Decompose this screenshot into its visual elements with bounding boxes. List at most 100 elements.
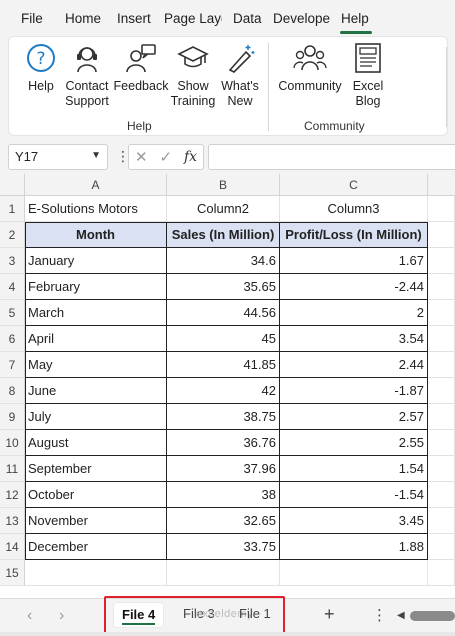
row-header[interactable]: 15 <box>0 560 25 586</box>
profit-cell[interactable]: 2.55 <box>280 430 428 456</box>
column2-cell[interactable]: Column2 <box>167 196 280 222</box>
month-cell[interactable]: June <box>25 378 167 404</box>
month-cell[interactable]: August <box>25 430 167 456</box>
insert-function-icon[interactable]: fx <box>184 149 197 165</box>
month-cell[interactable]: July <box>25 404 167 430</box>
chevron-right-icon[interactable]: › <box>59 607 64 625</box>
table-header-cell[interactable]: Profit/Loss (In Million) <box>280 222 428 248</box>
menu-developer[interactable]: Develope <box>273 11 330 26</box>
row-header[interactable]: 3 <box>0 248 25 274</box>
row-header[interactable]: 9 <box>0 404 25 430</box>
row-header[interactable]: 5 <box>0 300 25 326</box>
show-training-button[interactable]: Show Training <box>169 41 217 109</box>
menu-help[interactable]: Help <box>341 11 369 26</box>
menu-file[interactable]: File <box>21 11 43 26</box>
formula-input[interactable] <box>208 144 455 170</box>
contact-support-button[interactable]: Contact Support <box>63 41 111 109</box>
sales-cell[interactable]: 33.75 <box>167 534 280 560</box>
month-cell[interactable]: October <box>25 482 167 508</box>
profit-cell[interactable]: -1.54 <box>280 482 428 508</box>
grid-cell[interactable] <box>428 482 455 508</box>
table-header-cell[interactable]: Month <box>25 222 167 248</box>
sales-cell[interactable]: 32.65 <box>167 508 280 534</box>
profit-cell[interactable]: 1.67 <box>280 248 428 274</box>
title-cell[interactable]: E-Solutions Motors <box>25 196 167 222</box>
menu-page-layout[interactable]: Page Layo <box>164 11 222 26</box>
grid-cell[interactable] <box>428 456 455 482</box>
month-cell[interactable]: April <box>25 326 167 352</box>
menu-home[interactable]: Home <box>65 11 101 26</box>
row-header[interactable]: 8 <box>0 378 25 404</box>
row-header[interactable]: 7 <box>0 352 25 378</box>
select-all-corner[interactable] <box>0 174 25 196</box>
grid-cell[interactable] <box>428 430 455 456</box>
whats-new-button[interactable]: What's New <box>219 41 261 109</box>
name-box[interactable]: Y17 ▼ <box>8 144 108 170</box>
row-header[interactable]: 4 <box>0 274 25 300</box>
grid-cell[interactable] <box>428 222 455 248</box>
table-header-cell[interactable]: Sales (In Million) <box>167 222 280 248</box>
column-header-c[interactable]: C <box>280 174 428 196</box>
grid-cell[interactable] <box>428 326 455 352</box>
sales-cell[interactable]: 34.6 <box>167 248 280 274</box>
menu-insert[interactable]: Insert <box>117 11 151 26</box>
grid-cell[interactable] <box>25 560 167 586</box>
sheet-options-icon[interactable]: ⋮ <box>372 606 387 624</box>
profit-cell[interactable]: 1.88 <box>280 534 428 560</box>
grid-cell[interactable] <box>428 560 455 586</box>
profit-cell[interactable]: 2 <box>280 300 428 326</box>
grid-cell[interactable] <box>428 534 455 560</box>
profit-cell[interactable]: 1.54 <box>280 456 428 482</box>
grid-cell[interactable] <box>280 560 428 586</box>
sales-cell[interactable]: 37.96 <box>167 456 280 482</box>
help-button[interactable]: ? Help <box>21 41 61 94</box>
month-cell[interactable]: May <box>25 352 167 378</box>
profit-cell[interactable]: -2.44 <box>280 274 428 300</box>
enter-check-icon[interactable]: ✓ <box>159 148 172 166</box>
row-header[interactable]: 14 <box>0 534 25 560</box>
sales-cell[interactable]: 38 <box>167 482 280 508</box>
month-cell[interactable]: February <box>25 274 167 300</box>
grid-cell[interactable] <box>428 508 455 534</box>
column-header-d[interactable] <box>428 174 455 196</box>
grid-cell[interactable] <box>428 352 455 378</box>
feedback-button[interactable]: Feedback <box>113 41 169 94</box>
column-header-b[interactable]: B <box>167 174 280 196</box>
horizontal-scrollbar[interactable] <box>410 611 455 621</box>
scroll-left-icon[interactable]: ◀ <box>397 610 405 621</box>
sales-cell[interactable]: 41.85 <box>167 352 280 378</box>
profit-cell[interactable]: -1.87 <box>280 378 428 404</box>
grid-cell[interactable] <box>428 378 455 404</box>
sales-cell[interactable]: 42 <box>167 378 280 404</box>
grid-cell[interactable] <box>428 300 455 326</box>
excel-blog-button[interactable]: Excel Blog <box>349 41 387 109</box>
grid-cell[interactable] <box>428 248 455 274</box>
menu-data[interactable]: Data <box>233 11 262 26</box>
row-header[interactable]: 2 <box>0 222 25 248</box>
row-header[interactable]: 6 <box>0 326 25 352</box>
profit-cell[interactable]: 3.54 <box>280 326 428 352</box>
grid-cell[interactable] <box>428 404 455 430</box>
row-header[interactable]: 1 <box>0 196 25 222</box>
month-cell[interactable]: March <box>25 300 167 326</box>
profit-cell[interactable]: 2.57 <box>280 404 428 430</box>
sales-cell[interactable]: 36.76 <box>167 430 280 456</box>
cancel-icon[interactable]: ✕ <box>135 148 148 166</box>
sales-cell[interactable]: 35.65 <box>167 274 280 300</box>
grid-cell[interactable] <box>428 274 455 300</box>
profit-cell[interactable]: 2.44 <box>280 352 428 378</box>
month-cell[interactable]: January <box>25 248 167 274</box>
grid-cell[interactable] <box>167 560 280 586</box>
row-header[interactable]: 11 <box>0 456 25 482</box>
column-header-a[interactable]: A <box>25 174 167 196</box>
chevron-left-icon[interactable]: ‹ <box>27 607 32 625</box>
add-sheet-icon[interactable]: + <box>324 604 335 625</box>
profit-cell[interactable]: 3.45 <box>280 508 428 534</box>
month-cell[interactable]: December <box>25 534 167 560</box>
sales-cell[interactable]: 45 <box>167 326 280 352</box>
column3-cell[interactable]: Column3 <box>280 196 428 222</box>
month-cell[interactable]: September <box>25 456 167 482</box>
sales-cell[interactable]: 44.56 <box>167 300 280 326</box>
month-cell[interactable]: November <box>25 508 167 534</box>
sales-cell[interactable]: 38.75 <box>167 404 280 430</box>
